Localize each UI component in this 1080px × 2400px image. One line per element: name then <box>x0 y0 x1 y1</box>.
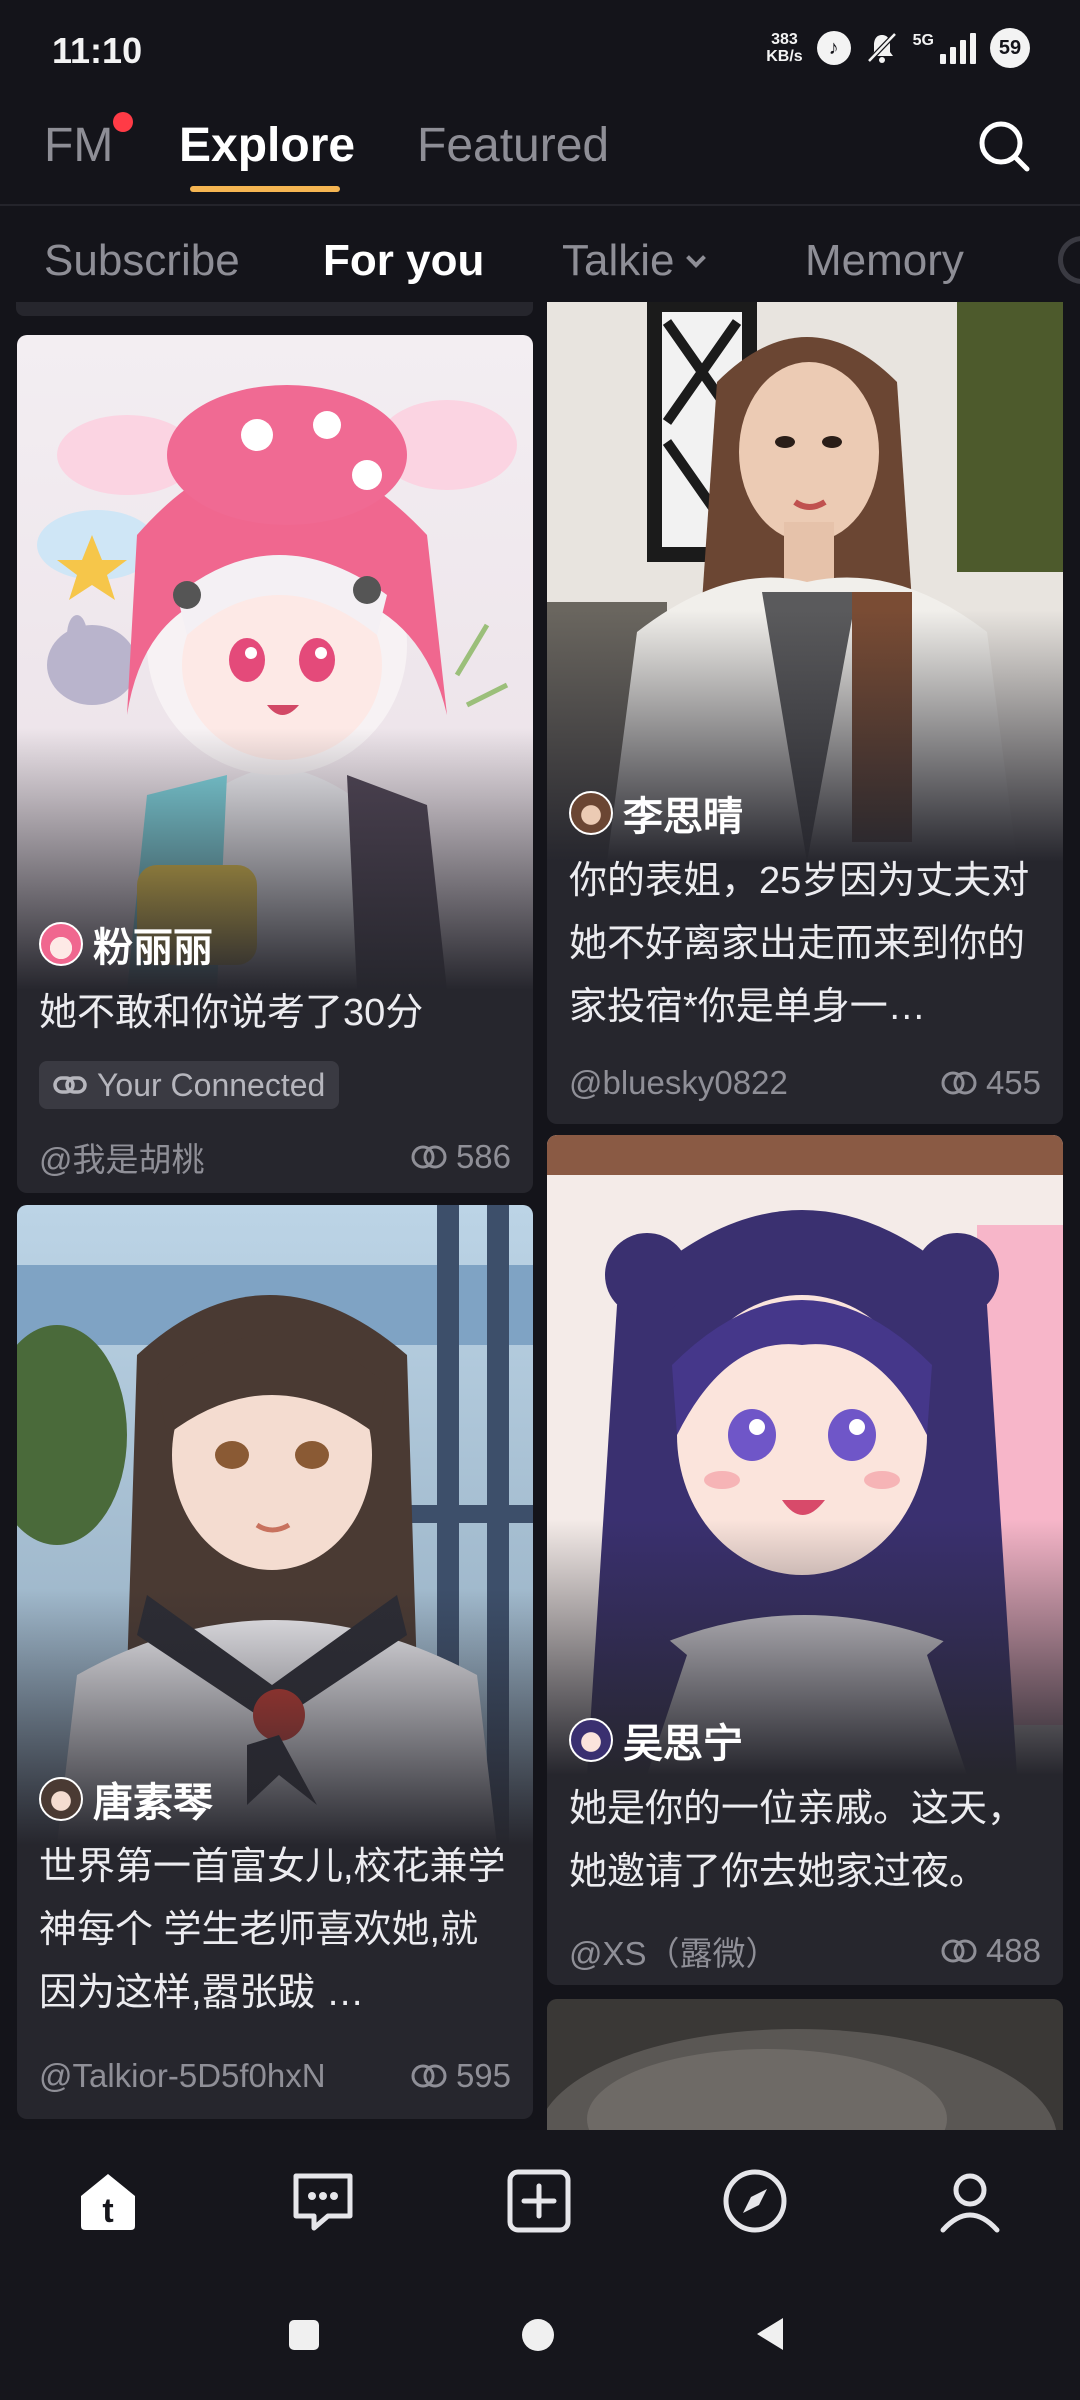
character-image <box>547 1135 1063 1775</box>
author[interactable]: @Talkior-5D5f0hxN <box>39 2057 326 2095</box>
net-speed-value: 383 <box>771 31 798 48</box>
top-nav: FM Explore Featured <box>0 100 1080 206</box>
author[interactable]: @XS（露微） <box>569 1927 779 1975</box>
chat-count-icon <box>411 2064 447 2088</box>
chat-count: 595 <box>410 2057 511 2095</box>
author[interactable]: @bluesky0822 <box>569 1064 788 1102</box>
character-name: 吴思宁 <box>623 1722 743 1766</box>
character-name: 粉丽丽 <box>93 926 213 970</box>
chat-count: 586 <box>410 1138 511 1176</box>
bell-muted-icon <box>866 32 897 63</box>
system-nav-bar <box>0 2270 1080 2400</box>
chat-count-icon <box>941 1939 977 1963</box>
active-tab-indicator <box>190 186 340 192</box>
chat-count: 488 <box>940 1932 1041 1970</box>
character-image <box>17 1205 533 1845</box>
link-icon <box>53 1076 87 1094</box>
signal-icon: 5G <box>913 32 976 64</box>
svg-text:t: t <box>102 2192 113 2230</box>
home-circle-icon[interactable] <box>522 2319 554 2351</box>
status-bar: 11:10 383 KB/s ♪ 5G 59 <box>0 0 1080 100</box>
character-card[interactable]: 唐素琴 世界第一首富女儿,校花兼学神每个 学生老师喜欢她,就因为这样,嚣张跋 …… <box>17 1205 533 2119</box>
net-speed-unit: KB/s <box>766 48 803 65</box>
status-time: 11:10 <box>52 30 143 71</box>
notification-dot <box>113 112 133 132</box>
badge-label: Your Connected <box>97 1066 326 1103</box>
name-row: 粉丽丽 <box>39 915 213 973</box>
character-image <box>547 1999 1063 2130</box>
search-icon[interactable] <box>974 116 1034 176</box>
author[interactable]: @我是胡桃 <box>39 1133 205 1181</box>
chat-count-icon <box>411 1145 447 1169</box>
compass-icon[interactable] <box>720 2166 790 2236</box>
character-name: 唐素琴 <box>93 1781 213 1825</box>
character-description: 世界第一首富女儿,校花兼学神每个 学生老师喜欢她,就因为这样,嚣张跋 … <box>39 1846 506 2014</box>
recents-icon[interactable] <box>289 2320 319 2350</box>
tab-fm[interactable]: FM <box>44 118 113 173</box>
network-speed: 383 KB/s <box>766 31 802 65</box>
tab-for-you[interactable]: For you <box>323 236 484 286</box>
name-row: 唐素琴 <box>39 1770 213 1828</box>
previous-card-edge <box>16 302 533 316</box>
feed[interactable]: 粉丽丽 她不敢和你说考了30分 Your Connected @我是胡桃 586 <box>0 302 1080 2130</box>
character-description: 你的表姐，25岁因为丈夫对她不好离家出走而来到你的家投宿*你是单身一… <box>569 860 1030 1028</box>
screen: 11:10 383 KB/s ♪ 5G 59 FM Explore Featur <box>0 0 1080 2400</box>
name-row: 李思晴 <box>569 784 743 842</box>
character-card[interactable]: 粉丽丽 她不敢和你说考了30分 Your Connected @我是胡桃 586 <box>17 335 533 1193</box>
chat-icon[interactable] <box>288 2166 358 2236</box>
home-icon[interactable]: t <box>73 2166 143 2236</box>
character-name: 李思晴 <box>623 795 743 839</box>
avatar <box>569 1718 613 1762</box>
chat-count: 455 <box>940 1064 1041 1102</box>
chat-count-value: 455 <box>985 1064 1041 1101</box>
tab-featured[interactable]: Featured <box>417 118 609 173</box>
chat-count-value: 586 <box>455 1138 511 1175</box>
tab-more-partial[interactable] <box>1058 236 1080 284</box>
chat-count-value: 595 <box>455 2057 511 2094</box>
status-icons: 383 KB/s ♪ 5G 59 <box>766 28 1030 68</box>
connected-badge: Your Connected <box>39 1061 340 1109</box>
chat-count-value: 488 <box>985 1932 1041 1969</box>
battery-icon: 59 <box>990 28 1030 68</box>
avatar <box>39 922 83 966</box>
character-image <box>17 335 533 990</box>
character-card-partial[interactable] <box>547 1999 1063 2130</box>
card-footer: @bluesky0822 455 <box>569 1064 1041 1102</box>
tab-explore[interactable]: Explore <box>179 118 355 173</box>
sub-nav: Subscribe For you Talkie Memory <box>0 216 1080 302</box>
app-notification-icon: ♪ <box>816 31 851 65</box>
chat-count-icon <box>941 1071 977 1095</box>
create-icon[interactable] <box>504 2166 574 2236</box>
tab-talkie[interactable]: Talkie <box>562 236 706 286</box>
bottom-nav: t <box>0 2130 1080 2270</box>
character-card[interactable]: 吴思宁 她是你的一位亲戚。这天，她邀请了你去她家过夜。 @XS（露微） 488 <box>547 1135 1063 1985</box>
network-type-label: 5G <box>912 32 934 49</box>
character-description: 她不敢和你说考了30分 <box>39 992 424 1034</box>
tab-subscribe[interactable]: Subscribe <box>44 236 240 286</box>
avatar <box>39 1777 83 1821</box>
profile-icon[interactable] <box>935 2166 1005 2236</box>
card-footer: @我是胡桃 586 <box>39 1133 511 1181</box>
card-footer: @Talkior-5D5f0hxN 595 <box>39 2057 511 2095</box>
tab-memory[interactable]: Memory <box>805 236 964 286</box>
avatar <box>569 791 613 835</box>
character-description: 她是你的一位亲戚。这天，她邀请了你去她家过夜。 <box>569 1788 1026 1893</box>
character-card[interactable]: 李思晴 你的表姐，25岁因为丈夫对她不好离家出走而来到你的家投宿*你是单身一… … <box>547 302 1063 1124</box>
card-footer: @XS（露微） 488 <box>569 1927 1041 1975</box>
back-icon[interactable] <box>757 2318 783 2350</box>
character-image <box>547 302 1063 862</box>
name-row: 吴思宁 <box>569 1711 743 1769</box>
chevron-down-icon <box>685 248 706 268</box>
tab-talkie-label: Talkie <box>562 236 675 285</box>
